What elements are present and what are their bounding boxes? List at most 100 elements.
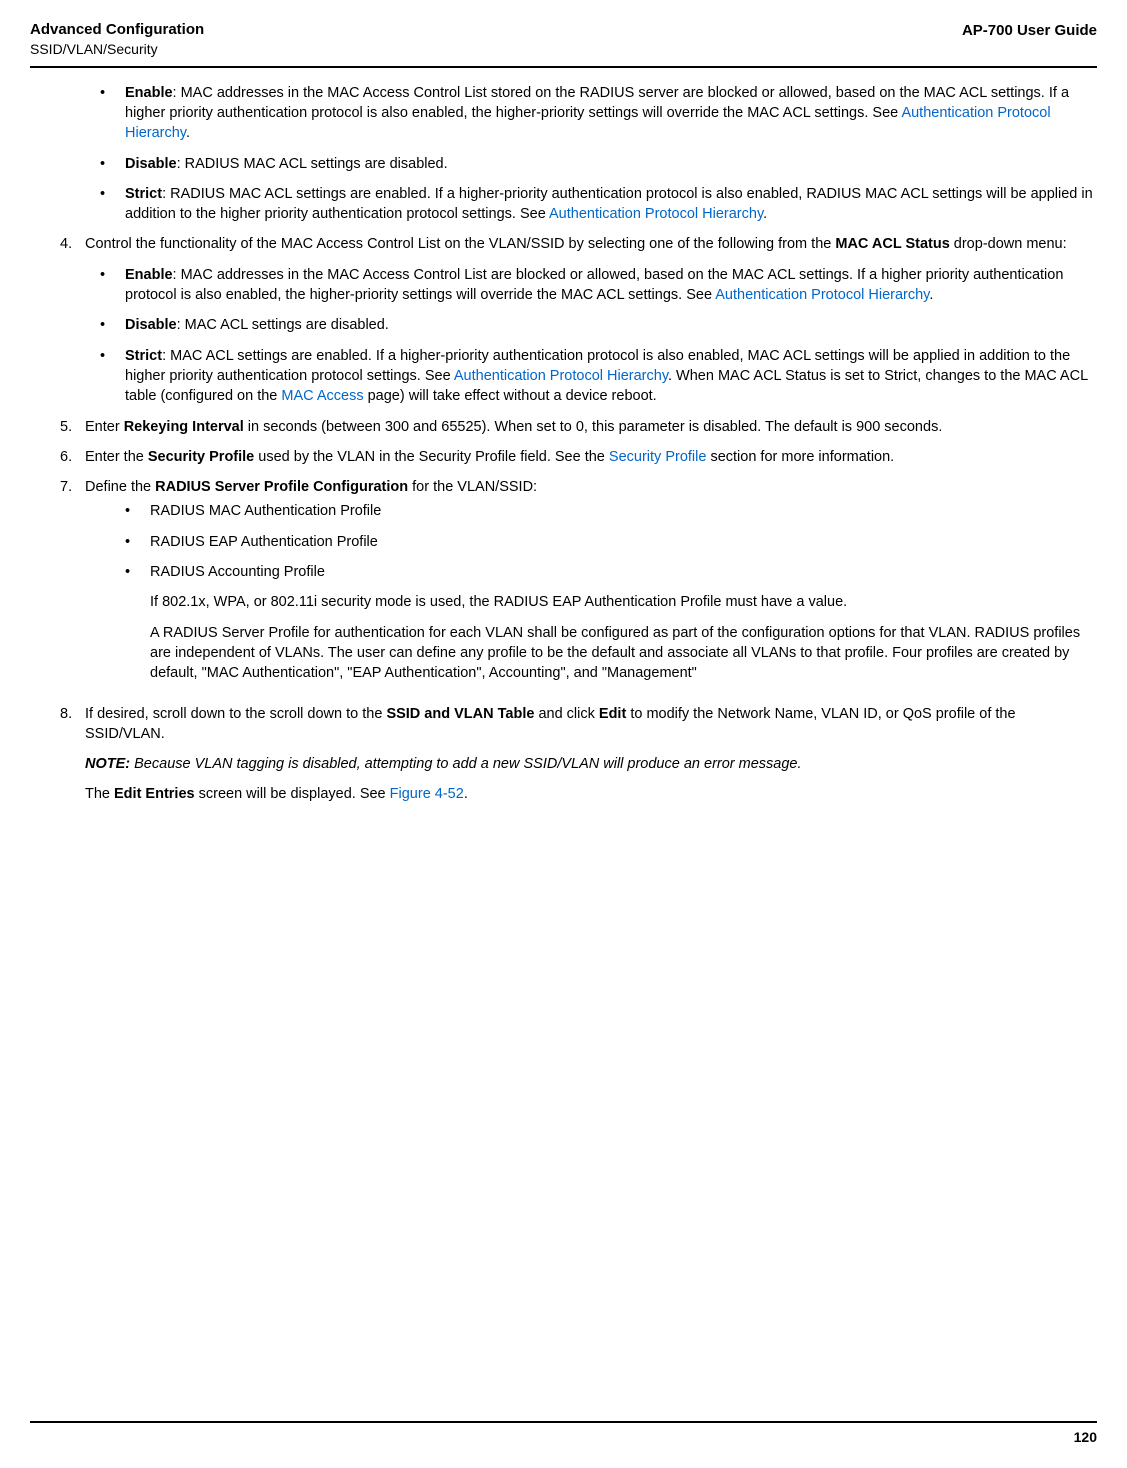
bullet-content: Strict: MAC ACL settings are enabled. If… bbox=[125, 346, 1097, 407]
para-content: A RADIUS Server Profile for authenticati… bbox=[150, 623, 1097, 684]
text: section for more information. bbox=[706, 449, 894, 465]
text: used by the VLAN in the Security Profile… bbox=[254, 449, 609, 465]
numbered-item-5: 5. Enter Rekeying Interval in seconds (b… bbox=[60, 417, 1097, 437]
bold: Rekeying Interval bbox=[124, 419, 244, 435]
label: Strict bbox=[125, 348, 162, 364]
sub-bullet-1: • RADIUS MAC Authentication Profile bbox=[125, 501, 1097, 521]
text-after: . bbox=[929, 287, 933, 303]
text: for the VLAN/SSID: bbox=[408, 479, 537, 495]
text: screen will be displayed. See bbox=[195, 786, 390, 802]
num-marker: 4. bbox=[60, 234, 85, 254]
bullet-content: Disable: RADIUS MAC ACL settings are dis… bbox=[125, 154, 1097, 174]
num-content: Enter the Security Profile used by the V… bbox=[85, 447, 1097, 467]
numbered-item-8: 8. If desired, scroll down to the scroll… bbox=[60, 704, 1097, 745]
num-marker: 6. bbox=[60, 447, 85, 467]
text: If desired, scroll down to the scroll do… bbox=[85, 706, 386, 722]
text: in seconds (between 300 and 65525). When… bbox=[244, 419, 943, 435]
text: : RADIUS MAC ACL settings are disabled. bbox=[177, 156, 448, 172]
page-footer: 120 bbox=[30, 1421, 1097, 1448]
bullet-content: Strict: RADIUS MAC ACL settings are enab… bbox=[125, 184, 1097, 225]
note: NOTE: Because VLAN tagging is disabled, … bbox=[85, 754, 1097, 774]
text: Enter bbox=[85, 419, 124, 435]
text: drop-down menu: bbox=[950, 236, 1067, 252]
header-subtitle: SSID/VLAN/Security bbox=[30, 40, 204, 58]
header-divider bbox=[30, 66, 1097, 68]
text: Control the functionality of the MAC Acc… bbox=[85, 236, 835, 252]
bullet-marker: • bbox=[100, 154, 125, 174]
para-2: A RADIUS Server Profile for authenticati… bbox=[125, 623, 1097, 684]
note-text: Because VLAN tagging is disabled, attemp… bbox=[130, 756, 801, 772]
link-auth-hierarchy[interactable]: Authentication Protocol Hierarchy bbox=[549, 206, 763, 222]
bullet-disable-1: • Disable: RADIUS MAC ACL settings are d… bbox=[100, 154, 1097, 174]
label: Enable bbox=[125, 267, 173, 283]
sub-marker: • bbox=[125, 562, 150, 582]
sub-content: RADIUS EAP Authentication Profile bbox=[150, 532, 1097, 552]
note-label: NOTE: bbox=[85, 756, 130, 772]
footer-divider bbox=[30, 1421, 1097, 1423]
sub-marker: • bbox=[125, 532, 150, 552]
bullet-marker: • bbox=[100, 184, 125, 225]
sub-content: RADIUS MAC Authentication Profile bbox=[150, 501, 1097, 521]
text: The bbox=[85, 786, 114, 802]
num-marker: 8. bbox=[60, 704, 85, 745]
link-figure[interactable]: Figure 4-52 bbox=[390, 786, 464, 802]
header-guide: AP-700 User Guide bbox=[962, 20, 1097, 41]
sub-bullet-2: • RADIUS EAP Authentication Profile bbox=[125, 532, 1097, 552]
num-marker: 5. bbox=[60, 417, 85, 437]
bold: Edit Entries bbox=[114, 786, 195, 802]
bullet-disable-2: • Disable: MAC ACL settings are disabled… bbox=[100, 315, 1097, 335]
text: Define the bbox=[85, 479, 155, 495]
numbered-item-7: 7. Define the RADIUS Server Profile Conf… bbox=[60, 477, 1097, 693]
bullet-marker: • bbox=[100, 265, 125, 306]
bold: RADIUS Server Profile Configuration bbox=[155, 479, 408, 495]
bullet-enable-1: • Enable: MAC addresses in the MAC Acces… bbox=[100, 83, 1097, 144]
bullet-content: Disable: MAC ACL settings are disabled. bbox=[125, 315, 1097, 335]
label: Disable bbox=[125, 317, 177, 333]
link-auth-hierarchy[interactable]: Authentication Protocol Hierarchy bbox=[454, 368, 668, 384]
sub-bullet-3: • RADIUS Accounting Profile bbox=[125, 562, 1097, 582]
text: and click bbox=[534, 706, 598, 722]
num-content: If desired, scroll down to the scroll do… bbox=[85, 704, 1097, 745]
final-text: The Edit Entries screen will be displaye… bbox=[85, 784, 1097, 804]
label: Disable bbox=[125, 156, 177, 172]
para-1: If 802.1x, WPA, or 802.11i security mode… bbox=[125, 592, 1097, 612]
text-after: . bbox=[464, 786, 468, 802]
bullet-marker: • bbox=[100, 315, 125, 335]
label: Enable bbox=[125, 85, 173, 101]
label: Strict bbox=[125, 186, 162, 202]
bullet-strict-1: • Strict: RADIUS MAC ACL settings are en… bbox=[100, 184, 1097, 225]
bullet-content: Enable: MAC addresses in the MAC Access … bbox=[125, 265, 1097, 306]
page-header: Advanced Configuration SSID/VLAN/Securit… bbox=[30, 20, 1097, 66]
text: page) will take effect without a device … bbox=[364, 388, 657, 404]
link-security-profile[interactable]: Security Profile bbox=[609, 449, 707, 465]
link-auth-hierarchy[interactable]: Authentication Protocol Hierarchy bbox=[715, 287, 929, 303]
sub-content: RADIUS Accounting Profile bbox=[150, 562, 1097, 582]
link-mac-access[interactable]: MAC Access bbox=[281, 388, 363, 404]
num-content: Define the RADIUS Server Profile Configu… bbox=[85, 477, 1097, 693]
bold: SSID and VLAN Table bbox=[386, 706, 534, 722]
bullet-marker: • bbox=[100, 83, 125, 144]
text: Enter the bbox=[85, 449, 148, 465]
bold: Edit bbox=[599, 706, 626, 722]
page-number: 120 bbox=[30, 1428, 1097, 1448]
bullet-enable-2: • Enable: MAC addresses in the MAC Acces… bbox=[100, 265, 1097, 306]
header-title: Advanced Configuration bbox=[30, 20, 204, 40]
text: : MAC ACL settings are disabled. bbox=[177, 317, 389, 333]
text-after: . bbox=[186, 125, 190, 141]
num-marker: 7. bbox=[60, 477, 85, 693]
sub-marker: • bbox=[125, 501, 150, 521]
bold: MAC ACL Status bbox=[835, 236, 949, 252]
spacer bbox=[125, 623, 150, 684]
bullet-content: Enable: MAC addresses in the MAC Access … bbox=[125, 83, 1097, 144]
num-content: Enter Rekeying Interval in seconds (betw… bbox=[85, 417, 1097, 437]
para-content: If 802.1x, WPA, or 802.11i security mode… bbox=[150, 592, 1097, 612]
header-left: Advanced Configuration SSID/VLAN/Securit… bbox=[30, 20, 204, 58]
bullet-strict-2: • Strict: MAC ACL settings are enabled. … bbox=[100, 346, 1097, 407]
bold: Security Profile bbox=[148, 449, 254, 465]
numbered-item-6: 6. Enter the Security Profile used by th… bbox=[60, 447, 1097, 467]
text-after: . bbox=[763, 206, 767, 222]
bullet-marker: • bbox=[100, 346, 125, 407]
numbered-item-4: 4. Control the functionality of the MAC … bbox=[60, 234, 1097, 254]
spacer bbox=[125, 592, 150, 612]
num-content: Control the functionality of the MAC Acc… bbox=[85, 234, 1097, 254]
